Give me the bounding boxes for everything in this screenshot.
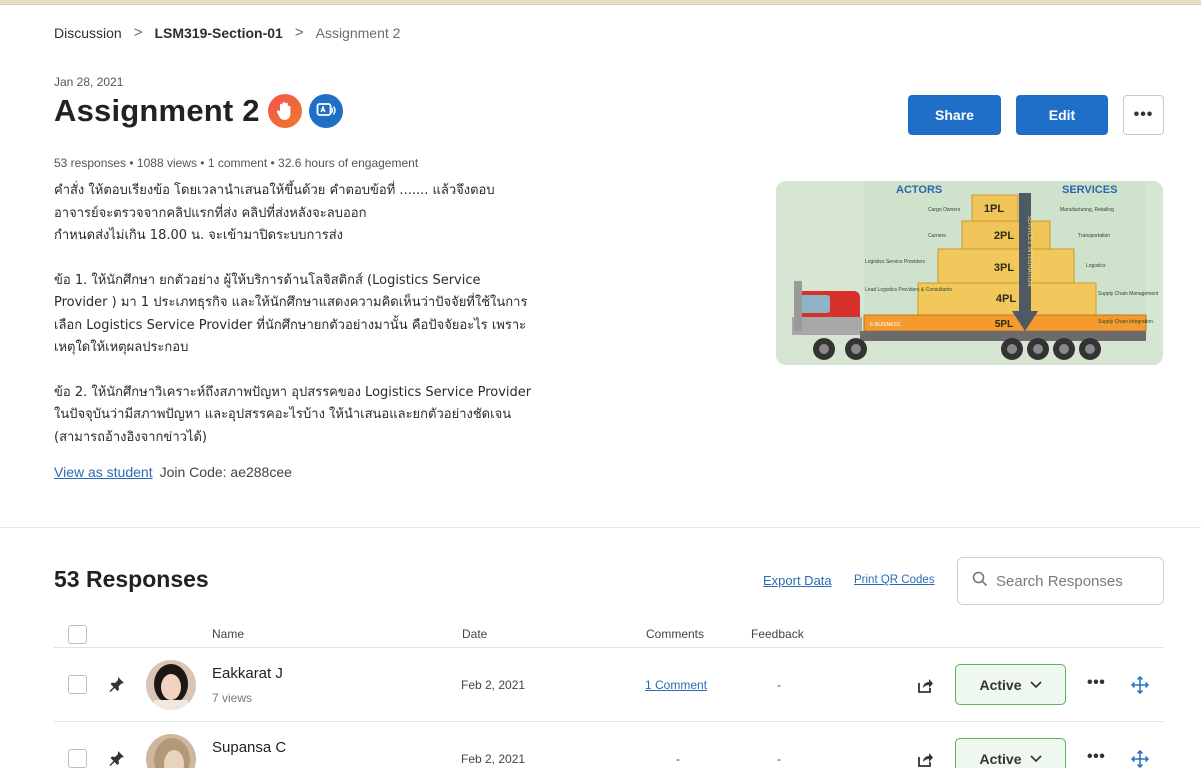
topic-stats: 53 responses • 1088 views • 1 comment • … [54,156,419,170]
closed-caption-icon[interactable] [308,94,343,128]
print-qr-codes-link[interactable]: Print QR Codes [854,574,935,586]
breadcrumb-section[interactable]: LSM319-Section-01 [154,25,282,41]
level-label: 3PL [994,262,1014,274]
title-row: Assignment 2 [54,93,343,129]
feedback-value: - [777,752,781,766]
actor-label: Carriers [928,233,946,239]
export-data-link[interactable]: Export Data [763,573,832,588]
view-as-student-link[interactable]: View as student [54,464,153,480]
view-count: 7 views [212,691,253,705]
service-label: Supply Chain Integration [1098,319,1153,325]
view-row: View as student Join Code: ae288cee [54,464,292,480]
actor-label: Lead Logistics Providers & Consultants [865,287,952,293]
responses-title: 53 Responses [54,566,209,592]
description-paragraph: ข้อ 1. ให้นักศึกษา ยกตัวอย่าง ผู้ให้บริก… [54,270,574,360]
description-line: Provider ) มา 1 ประเภทธุรกิจ และให้นักศึ… [54,295,528,310]
description-line: เหตุใดให้เหตุผลประกอบ [54,340,189,355]
status-label: Active [979,676,1022,693]
comments-link[interactable]: 1 Comment [645,678,707,692]
service-label: Supply Chain Management [1098,291,1159,297]
row-checkbox[interactable] [68,749,87,768]
level-label: 4PL [996,293,1016,305]
level-label: 1PL [984,203,1004,215]
comments-value: - [676,752,680,766]
edit-button[interactable]: Edit [1016,95,1108,135]
service-label: Manufacturing, Retailing [1060,207,1114,213]
breadcrumb-separator: > [133,24,143,41]
join-code: Join Code: ae288cee [159,464,292,480]
row-checkbox[interactable] [68,675,87,694]
breadcrumb-current: Assignment 2 [315,24,401,41]
move-icon[interactable] [1130,675,1150,695]
share-response-icon[interactable] [917,677,934,694]
description-line: ข้อ 1. ให้นักศึกษา ยกตัวอย่าง ผู้ให้บริก… [54,272,481,288]
status-dropdown[interactable]: Active [955,664,1066,705]
topic-description: คำสั่ง ให้ตอบเรียงข้อ โดยเวลานำเสนอให้ขึ… [54,180,574,449]
search-responses-box[interactable] [957,557,1164,605]
share-button[interactable]: Share [908,95,1001,135]
response-date: Feb 2, 2021 [461,678,526,692]
pin-icon[interactable] [108,675,126,697]
avatar[interactable] [146,734,196,768]
search-responses-input[interactable] [996,572,1146,590]
more-options-button[interactable]: ••• [1123,95,1164,135]
services-label: SERVICES [1062,184,1117,196]
response-date: Feb 2, 2021 [461,752,526,766]
page-title: Assignment 2 [54,93,260,128]
actors-label: ACTORS [896,184,942,196]
breadcrumb: Discussion > LSM319-Section-01 > Assignm… [54,24,400,41]
table-row[interactable]: Eakkarat J 7 views Feb 2, 2021 1 Comment… [0,648,1201,722]
description-line: คำสั่ง ให้ตอบเรียงข้อ โดยเวลานำเสนอให้ขึ… [54,183,495,198]
search-icon [972,571,988,592]
column-header-comments[interactable]: Comments [646,627,704,641]
row-more-button[interactable]: ••• [1087,748,1105,766]
breadcrumb-separator: > [294,24,304,41]
column-header-feedback[interactable]: Feedback [751,627,804,641]
level-label: 2PL [994,230,1014,242]
actor-label: Cargo Owners [928,207,961,213]
window-top-border [0,0,1201,5]
table-row[interactable]: Supansa C Feb 2, 2021 - - Active ••• [0,722,1201,768]
student-name[interactable]: Supansa C [212,739,286,756]
description-line: (สามารถอ้างอิงจากข่าวได้) [54,429,207,445]
status-label: Active [979,750,1022,767]
arrow-label: SERVICES INTEGRATION [1026,215,1033,287]
description-line: ในปัจจุบันว่ามีสภาพปัญหา และอุปสรรคอะไรบ… [54,407,512,422]
description-line: ข้อ 2. ให้นักศึกษาวิเคราะห์ถึงสภาพปัญหา … [54,384,532,400]
avatar[interactable] [146,660,196,710]
level-label: 5PL [995,319,1013,330]
description-paragraph: ข้อ 2. ให้นักศึกษาวิเคราะห์ถึงสภาพปัญหา … [54,382,574,450]
status-dropdown[interactable]: Active [955,738,1066,768]
row-more-button[interactable]: ••• [1087,674,1105,692]
section-divider [0,527,1201,528]
topic-date: Jan 28, 2021 [54,75,124,89]
student-name[interactable]: Eakkarat J [212,665,283,682]
breadcrumb-discussion[interactable]: Discussion [54,25,122,41]
actor-label: Logistics Service Providers [865,259,926,265]
service-label: Transportation [1078,233,1110,239]
share-response-icon[interactable] [917,751,934,768]
chevron-down-icon [1029,677,1042,692]
chevron-down-icon [1029,751,1042,766]
select-all-checkbox[interactable] [68,625,87,644]
raised-hand-icon[interactable] [267,94,302,128]
pin-icon[interactable] [108,749,126,768]
service-label: Logistics [1086,263,1106,269]
move-icon[interactable] [1130,749,1150,768]
actor-label: E-BUSINESS [870,322,901,328]
column-header-date[interactable]: Date [462,627,487,641]
description-line: เลือก Logistics Service Provider ที่นักศ… [54,317,527,333]
description-line: อาจารย์จะตรวจจากคลิปแรกที่ส่ง คลิปที่ส่ง… [54,205,367,221]
feedback-value: - [777,678,781,692]
description-paragraph: คำสั่ง ให้ตอบเรียงข้อ โดยเวลานำเสนอให้ขึ… [54,180,574,248]
description-line: กำหนดส่งไม่เกิน 18.00 น. จะเข้ามาปิดระบบ… [54,228,343,243]
topic-cover-image: SERVICES INTEGRATION ACTORS SERVICES 1PL… [776,181,1163,365]
column-header-name[interactable]: Name [212,627,244,641]
